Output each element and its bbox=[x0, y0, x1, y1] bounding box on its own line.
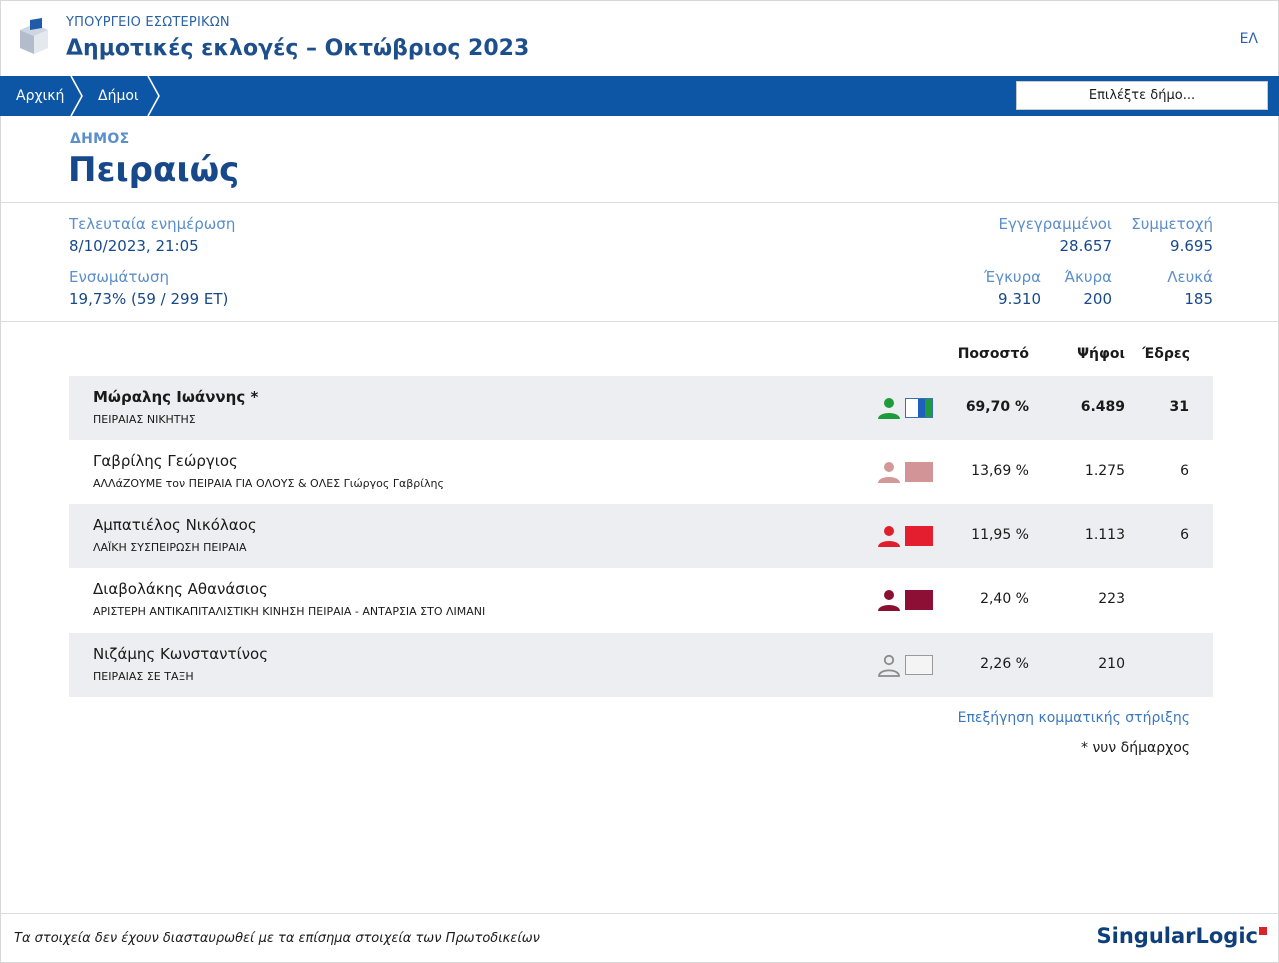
candidate-name: Αμπατιέλος Νικόλαος bbox=[93, 516, 257, 534]
ministry-label: ΥΠΟΥΡΓΕΙΟ ΕΣΩΤΕΡΙΚΩΝ bbox=[66, 15, 230, 30]
party-name: ΑΡΙΣΤΕΡΗ ΑΝΤΙΚΑΠΙΤΑΛΙΣΤΙΚΗ ΚΙΝΗΣΗ ΠΕΙΡΑΙ… bbox=[93, 605, 486, 618]
table-row[interactable]: Νιζάμης Κωνσταντίνος ΠΕΙΡΑΙΑΣ ΣΕ ΤΑΞΗ 2,… bbox=[69, 633, 1213, 697]
votes-value: 1.113 bbox=[1084, 527, 1125, 543]
column-header-seats: Έδρες bbox=[1142, 346, 1190, 362]
votes-value: 6.489 bbox=[1080, 399, 1125, 415]
integration-value: 19,73% (59 / 299 ΕΤ) bbox=[69, 290, 229, 308]
person-icon bbox=[878, 398, 900, 419]
candidate-name: Νιζάμης Κωνσταντίνος bbox=[93, 645, 269, 663]
party-name: ΛΑΪΚΗ ΣΥΣΠΕΙΡΩΣΗ ΠΕΙΡΑΙΑ bbox=[93, 541, 247, 554]
person-icon bbox=[878, 462, 900, 483]
blank-label: Λευκά bbox=[1167, 268, 1213, 286]
valid-value: 9.310 bbox=[998, 290, 1041, 308]
party-color-swatch bbox=[905, 590, 933, 610]
party-name: ΠΕΙΡΑΙΑΣ ΝΙΚΗΤΗΣ bbox=[93, 413, 196, 426]
invalid-label: Άκυρα bbox=[1064, 268, 1112, 286]
party-name: ΠΕΙΡΑΙΑΣ ΣΕ ΤΑΞΗ bbox=[93, 670, 194, 683]
municipality-select[interactable]: Επιλέξτε δήμο... bbox=[1016, 81, 1268, 110]
turnout-label: Συμμετοχή bbox=[1131, 215, 1213, 233]
party-support-explanation-link[interactable]: Επεξήγηση κομματικής στήριξης bbox=[958, 710, 1190, 726]
breadcrumb-municipalities[interactable]: Δήμοι bbox=[98, 76, 139, 116]
table-row[interactable]: Διαβολάκης Αθανάσιος ΑΡΙΣΤΕΡΗ ΑΝΤΙΚΑΠΙΤΑ… bbox=[69, 568, 1213, 632]
app-header: ΥΠΟΥΡΓΕΙΟ ΕΣΩΤΕΡΙΚΩΝ Δημοτικές εκλογές –… bbox=[0, 0, 1279, 76]
votes-value: 210 bbox=[1098, 656, 1125, 672]
divider bbox=[0, 202, 1279, 203]
chevron-right-icon bbox=[70, 76, 83, 116]
percent-value: 13,69 % bbox=[971, 463, 1029, 479]
candidate-name: Μώραλης Ιωάννης * bbox=[93, 388, 259, 406]
candidate-name: Γαβρίλης Γεώργιος bbox=[93, 452, 238, 470]
votes-value: 1.275 bbox=[1084, 463, 1125, 479]
person-icon bbox=[878, 590, 900, 611]
integration-label: Ενσωμάτωση bbox=[69, 268, 169, 286]
last-update-label: Τελευταία ενημέρωση bbox=[69, 215, 236, 233]
municipality-name: Πειραιώς bbox=[68, 150, 240, 190]
breadcrumb-home[interactable]: Αρχική bbox=[16, 76, 64, 116]
valid-label: Έγκυρα bbox=[984, 268, 1041, 286]
municipality-label: ΔΗΜΟΣ bbox=[70, 131, 130, 147]
candidate-name: Διαβολάκης Αθανάσιος bbox=[93, 580, 268, 598]
person-outline-icon bbox=[878, 654, 900, 677]
party-color-swatch bbox=[905, 398, 933, 418]
percent-value: 69,70 % bbox=[965, 399, 1029, 415]
invalid-value: 200 bbox=[1083, 290, 1112, 308]
seats-value: 6 bbox=[1180, 463, 1189, 479]
percent-value: 2,40 % bbox=[980, 591, 1029, 607]
percent-value: 2,26 % bbox=[980, 656, 1029, 672]
ballot-box-icon bbox=[20, 18, 48, 54]
percent-value: 11,95 % bbox=[971, 527, 1029, 543]
party-color-swatch bbox=[905, 462, 933, 482]
column-header-votes: Ψήφοι bbox=[1077, 346, 1125, 362]
table-row[interactable]: Γαβρίλης Γεώργιος ΑΛΛάΖΟΥΜΕ τον ΠΕΙΡΑΙΑ … bbox=[69, 440, 1213, 504]
brand-name-part: Singular bbox=[1096, 924, 1196, 948]
table-row[interactable]: Μώραλης Ιωάννης * ΠΕΙΡΑΙΑΣ ΝΙΚΗΤΗΣ 69,70… bbox=[69, 376, 1213, 440]
language-switch[interactable]: ΕΛ bbox=[1240, 31, 1258, 47]
turnout-value: 9.695 bbox=[1170, 237, 1213, 255]
brand-logo: SingularLogic bbox=[1097, 924, 1267, 948]
page-title: Δημοτικές εκλογές – Οκτώβριος 2023 bbox=[66, 36, 530, 61]
brand-mark-icon bbox=[1259, 927, 1267, 935]
brand-name-part: Logic bbox=[1195, 924, 1259, 948]
votes-value: 223 bbox=[1098, 591, 1125, 607]
divider bbox=[0, 321, 1279, 322]
party-color-swatch bbox=[905, 655, 933, 675]
breadcrumb-bar: Αρχική Δήμοι Επιλέξτε δήμο... bbox=[0, 76, 1279, 116]
last-update-value: 8/10/2023, 21:05 bbox=[69, 237, 199, 255]
chevron-right-icon bbox=[147, 76, 160, 116]
person-icon bbox=[878, 526, 900, 547]
registered-label: Εγγεγραμμένοι bbox=[998, 215, 1112, 233]
table-row[interactable]: Αμπατιέλος Νικόλαος ΛΑΪΚΗ ΣΥΣΠΕΙΡΩΣΗ ΠΕΙ… bbox=[69, 504, 1213, 568]
seats-value: 6 bbox=[1180, 527, 1189, 543]
seats-value: 31 bbox=[1169, 399, 1189, 415]
party-color-swatch bbox=[905, 526, 933, 546]
column-header-percent: Ποσοστό bbox=[957, 346, 1029, 362]
party-name: ΑΛΛάΖΟΥΜΕ τον ΠΕΙΡΑΙΑ ΓΙΑ ΟΛΟΥΣ & ΟΛΕΣ Γ… bbox=[93, 477, 444, 490]
footnote: * νυν δήμαρχος bbox=[1081, 740, 1190, 756]
divider bbox=[0, 913, 1279, 914]
blank-value: 185 bbox=[1184, 290, 1213, 308]
disclaimer-text: Τα στοιχεία δεν έχουν διασταυρωθεί με τα… bbox=[14, 931, 540, 946]
registered-value: 28.657 bbox=[1059, 237, 1113, 255]
